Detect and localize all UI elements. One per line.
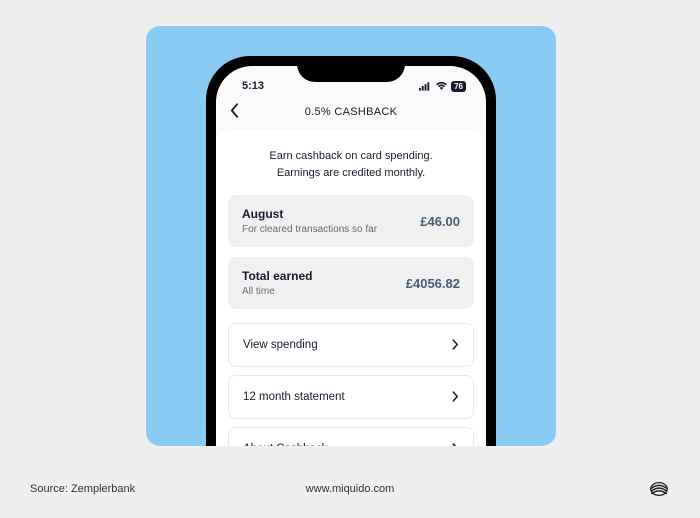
intro-text: Earn cashback on card spending. Earnings… bbox=[228, 144, 474, 195]
view-spending-label: View spending bbox=[243, 339, 318, 351]
about-label: About Cashback bbox=[243, 443, 327, 446]
showcase-canvas: 5:13 76 0.5% CASHBACK bbox=[146, 26, 556, 446]
footer-url: www.miquido.com bbox=[306, 483, 395, 495]
intro-line2: Earnings are credited monthly. bbox=[238, 165, 464, 182]
app-body: Earn cashback on card spending. Earnings… bbox=[216, 130, 486, 446]
chevron-right-icon bbox=[452, 441, 459, 446]
battery-icon: 76 bbox=[451, 81, 466, 92]
total-earned-title: Total earned bbox=[242, 269, 312, 283]
phone-notch bbox=[297, 56, 405, 82]
intro-line1: Earn cashback on card spending. bbox=[238, 148, 464, 165]
chevron-right-icon bbox=[452, 337, 459, 353]
back-button[interactable] bbox=[230, 102, 239, 123]
status-indicators: 76 bbox=[419, 81, 466, 92]
source-label: Source: Zemplerbank bbox=[30, 483, 135, 495]
current-month-card: August For cleared transactions so far £… bbox=[228, 195, 474, 247]
phone-screen: 5:13 76 0.5% CASHBACK bbox=[216, 66, 486, 446]
miquido-logo-icon bbox=[648, 478, 670, 500]
signal-icon bbox=[419, 81, 432, 91]
total-earned-amount: £4056.82 bbox=[406, 276, 460, 291]
chevron-right-icon bbox=[452, 389, 459, 405]
current-month-amount: £46.00 bbox=[420, 214, 460, 229]
total-earned-subtitle: All time bbox=[242, 286, 312, 297]
phone-frame: 5:13 76 0.5% CASHBACK bbox=[206, 56, 496, 446]
view-spending-button[interactable]: View spending bbox=[228, 323, 474, 367]
current-month-title: August bbox=[242, 207, 377, 221]
statement-label: 12 month statement bbox=[243, 391, 345, 403]
total-earned-card: Total earned All time £4056.82 bbox=[228, 257, 474, 309]
action-list: View spending 12 month statement About C… bbox=[228, 323, 474, 446]
status-time: 5:13 bbox=[236, 80, 264, 92]
current-month-subtitle: For cleared transactions so far bbox=[242, 224, 377, 235]
page-footer: Source: Zemplerbank www.miquido.com bbox=[30, 478, 670, 500]
statement-button[interactable]: 12 month statement bbox=[228, 375, 474, 419]
app-header: 0.5% CASHBACK bbox=[216, 96, 486, 130]
wifi-icon bbox=[435, 81, 448, 91]
page-title: 0.5% CASHBACK bbox=[230, 106, 472, 118]
about-cashback-button[interactable]: About Cashback bbox=[228, 427, 474, 446]
